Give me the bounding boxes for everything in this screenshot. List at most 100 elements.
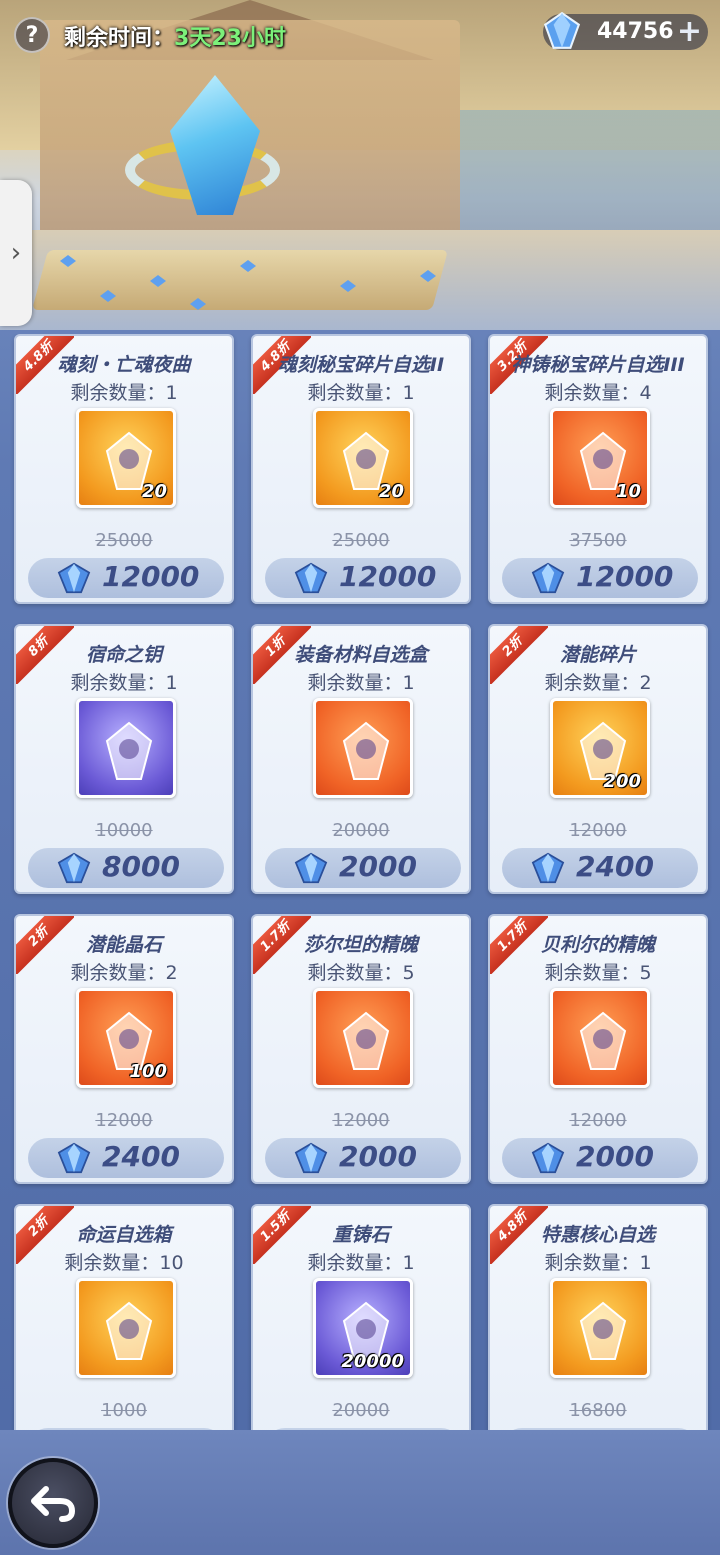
buy-button[interactable]: 2400 — [28, 1138, 224, 1178]
buy-button[interactable]: 12000 — [265, 558, 461, 598]
original-price: 20000 — [332, 1400, 390, 1421]
diamond-icon — [294, 562, 328, 594]
item-icon-frame: 20 — [76, 408, 176, 508]
remaining-time-label: 剩余时间： — [64, 26, 175, 51]
item-icon-frame: 200 — [550, 698, 650, 798]
remaining-count: 剩余数量：5 — [544, 962, 652, 984]
top-bar: ? 剩余时间：3天23小时 44756 + — [0, 0, 720, 70]
item-quantity: 20000 — [341, 1351, 404, 1372]
item-name: 莎尔坦的精魄 — [303, 934, 418, 956]
shop-item-card[interactable]: 8折 宿命之钥 剩余数量：1 10000 8000 — [14, 624, 234, 894]
remaining-count: 剩余数量：5 — [307, 962, 415, 984]
remaining-count: 剩余数量：1 — [544, 1252, 652, 1274]
shop-item-card[interactable]: 2折 潜能晶石 剩余数量：2 100 12000 2400 — [14, 914, 234, 1184]
item-icon-frame — [313, 698, 413, 798]
sale-price: 12000 — [339, 560, 437, 593]
item-icon-frame — [76, 1278, 176, 1378]
chest-icon — [105, 1301, 153, 1360]
gem-amount: 44756 — [597, 19, 674, 44]
gem-balance: 44756 + — [543, 11, 708, 50]
item-icon-frame — [550, 1278, 650, 1378]
buy-button[interactable]: 2000 — [265, 1138, 461, 1178]
key-icon — [105, 721, 153, 780]
item-icon-frame: 10 — [550, 408, 650, 508]
item-icon-frame: 20000 — [313, 1278, 413, 1378]
diamond-icon — [57, 1142, 91, 1174]
item-name: 特惠核心自选 — [540, 1224, 655, 1246]
original-price: 12000 — [332, 1110, 390, 1131]
original-price: 12000 — [569, 820, 627, 841]
item-quantity: 100 — [129, 1061, 167, 1082]
original-price: 25000 — [95, 530, 153, 551]
original-price: 37500 — [569, 530, 627, 551]
remaining-time: 剩余时间：3天23小时 — [64, 20, 286, 52]
shop-item-card[interactable]: 1.7折 贝利尔的精魄 剩余数量：5 12000 2000 — [488, 914, 708, 1184]
shop-item-card[interactable]: 1.7折 莎尔坦的精魄 剩余数量：5 12000 2000 — [251, 914, 471, 1184]
diamond-icon — [57, 562, 91, 594]
help-button[interactable]: ? — [14, 17, 50, 53]
diamond-icon — [531, 852, 565, 884]
item-name: 宿命之钥 — [85, 644, 162, 666]
item-quantity: 200 — [603, 771, 641, 792]
shop-item-card[interactable]: 4.8折 魂刻・亡魂夜曲 剩余数量：1 20 25000 12000 — [14, 334, 234, 604]
bottom-bar — [0, 1430, 720, 1555]
remaining-time-value: 3天23小时 — [174, 26, 286, 51]
shop-item-card[interactable]: 2折 潜能碎片 剩余数量：2 200 12000 2400 — [488, 624, 708, 894]
back-button[interactable] — [8, 1458, 98, 1548]
shop-item-card[interactable]: 4.8折 魂刻秘宝碎片自选II 剩余数量：1 20 25000 12000 — [251, 334, 471, 604]
diamond-icon — [531, 1142, 565, 1174]
buy-button[interactable]: 8000 — [28, 848, 224, 888]
shop-item-card[interactable]: 4.8折 特惠核心自选 剩余数量：1 16800 — [488, 1204, 708, 1430]
shop-item-card[interactable]: 1.5折 重铸石 剩余数量：1 20000 20000 — [251, 1204, 471, 1430]
item-name: 命运自选箱 — [76, 1224, 172, 1246]
buy-button[interactable]: 2000 — [502, 1138, 698, 1178]
diamond-icon — [294, 1142, 328, 1174]
original-price: 16800 — [569, 1400, 627, 1421]
shop-item-card[interactable]: 3.2折 神铸秘宝碎片自选III 剩余数量：4 10 37500 12000 — [488, 334, 708, 604]
item-name: 魂刻・亡魂夜曲 — [57, 354, 191, 376]
sale-price: 8000 — [102, 850, 180, 883]
buy-button[interactable]: 12000 — [28, 558, 224, 598]
item-name: 潜能晶石 — [85, 934, 162, 956]
remaining-count: 剩余数量：2 — [544, 672, 652, 694]
original-price: 25000 — [332, 530, 390, 551]
side-expand-tab[interactable]: › — [0, 180, 32, 326]
buy-button[interactable]: 2400 — [502, 848, 698, 888]
item-quantity: 20 — [378, 481, 404, 502]
sale-price: 2000 — [339, 1140, 417, 1173]
remaining-count: 剩余数量：1 — [70, 672, 178, 694]
item-name: 装备材料自选盒 — [294, 644, 428, 666]
sale-price: 2000 — [339, 850, 417, 883]
armor-box-icon — [342, 721, 390, 780]
shop-item-card[interactable]: 2折 命运自选箱 剩余数量：10 1000 — [14, 1204, 234, 1430]
diamond-icon — [57, 852, 91, 884]
dark-orb-icon — [342, 1011, 390, 1070]
item-quantity: 10 — [615, 481, 641, 502]
banner-pedestal — [31, 250, 449, 310]
item-icon-frame: 100 — [76, 988, 176, 1088]
sale-price: 12000 — [576, 560, 674, 593]
shop-item-card[interactable]: 1折 装备材料自选盒 剩余数量：1 20000 2000 — [251, 624, 471, 894]
diamond-icon — [294, 852, 328, 884]
shop-grid: 4.8折 魂刻・亡魂夜曲 剩余数量：1 20 25000 12000 4.8折 … — [0, 334, 720, 1430]
item-icon-frame — [313, 988, 413, 1088]
remaining-count: 剩余数量：4 — [544, 382, 652, 404]
buy-button[interactable]: 2000 — [265, 848, 461, 888]
remaining-count: 剩余数量：1 — [307, 1252, 415, 1274]
add-gems-button[interactable]: + — [677, 14, 702, 49]
item-icon-frame — [550, 988, 650, 1088]
banner-market — [460, 110, 720, 240]
sale-price: 2400 — [102, 1140, 180, 1173]
diamond-icon — [543, 11, 581, 49]
core-card-icon — [579, 1301, 627, 1360]
remaining-count: 剩余数量：1 — [307, 382, 415, 404]
remaining-count: 剩余数量：1 — [70, 382, 178, 404]
item-name: 潜能碎片 — [559, 644, 636, 666]
diamond-icon — [531, 562, 565, 594]
item-name: 重铸石 — [332, 1224, 390, 1246]
original-price: 10000 — [95, 820, 153, 841]
buy-button[interactable]: 12000 — [502, 558, 698, 598]
sale-price: 2000 — [576, 1140, 654, 1173]
remaining-count: 剩余数量：2 — [70, 962, 178, 984]
original-price: 20000 — [332, 820, 390, 841]
